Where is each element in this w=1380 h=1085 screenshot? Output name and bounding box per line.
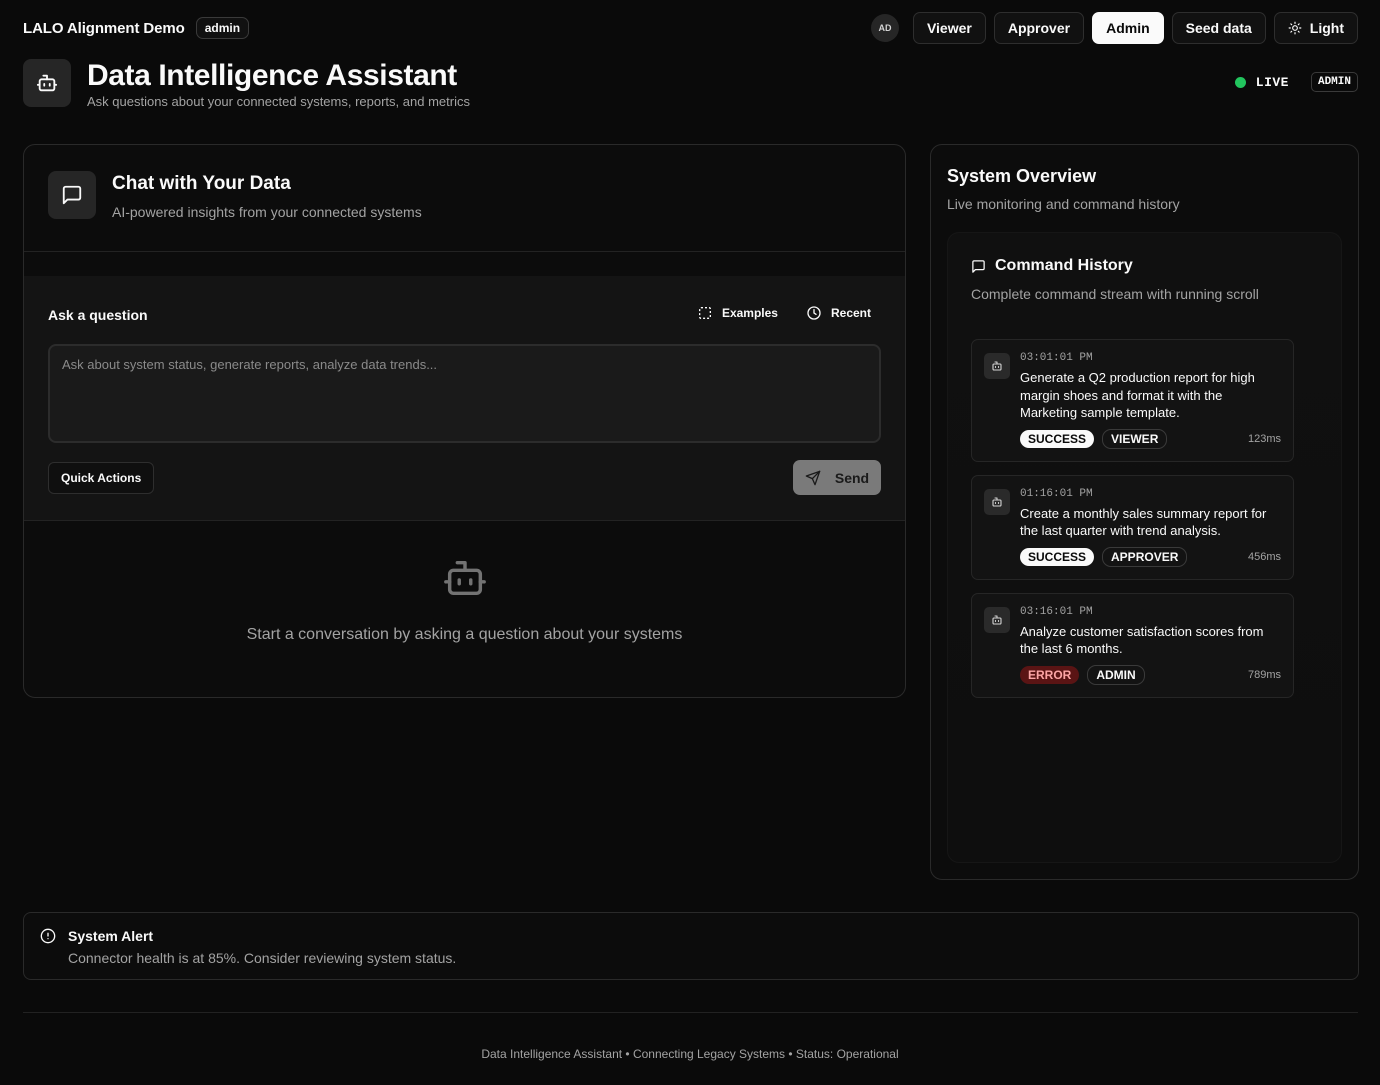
command-list: 03:01:01 PM Generate a Q2 production rep…: [971, 339, 1294, 698]
alert-circle-icon: [40, 928, 56, 944]
empty-state-text: Start a conversation by asking a questio…: [246, 626, 683, 643]
command-time: 03:01:01 PM: [1020, 352, 1093, 364]
command-item[interactable]: 03:01:01 PM Generate a Q2 production rep…: [971, 339, 1294, 462]
status-badge: ERROR: [1020, 665, 1080, 684]
command-time: 03:16:01 PM: [1020, 605, 1093, 618]
system-overview-title: System Overview: [947, 166, 1097, 186]
send-label: Send: [834, 469, 870, 486]
command-text: Create a monthly sales summary report fo…: [1020, 505, 1267, 539]
quick-actions-button[interactable]: Quick Actions: [48, 462, 155, 494]
send-icon: [805, 470, 821, 485]
command-history-header: Command History: [971, 257, 1133, 275]
chat-panel: Chat with Your Data AI-powered insights …: [23, 144, 906, 698]
brand: LALO Alignment Demo admin: [23, 17, 250, 39]
current-role-pill: admin: [195, 17, 250, 39]
examples-button[interactable]: Examples: [697, 305, 778, 321]
command-item[interactable]: 01:16:01 PM Create a monthly sales summa…: [971, 474, 1294, 580]
avatar[interactable]: AD: [870, 14, 899, 42]
alert-text: Connector health is at 85%. Consider rev…: [68, 950, 457, 966]
recent-label: Recent: [830, 306, 871, 320]
chat-subtitle: AI-powered insights from your connected …: [112, 204, 422, 220]
footer-text: Data Intelligence Assistant • Connecting…: [481, 1047, 899, 1061]
role-badge: ADMIN: [1087, 664, 1145, 685]
send-button[interactable]: Send: [793, 460, 881, 495]
footer-divider: [23, 1012, 1358, 1013]
command-text: Analyze customer satisfaction scores fro…: [1020, 623, 1264, 657]
admin-role-button[interactable]: Admin: [1092, 12, 1164, 44]
command-meta: ERROR ADMIN 789ms: [1020, 664, 1281, 685]
command-duration: 123ms: [1247, 432, 1281, 445]
page-title: Data Intelligence Assistant: [87, 59, 457, 92]
chat-title: Chat with Your Data: [112, 173, 291, 194]
theme-toggle-button[interactable]: Light: [1273, 12, 1358, 44]
header-icon-tile: [23, 59, 71, 107]
recent-button[interactable]: Recent: [806, 305, 871, 321]
role-switcher: AD Viewer Approver Admin Seed data Light: [870, 12, 1358, 44]
command-duration: 456ms: [1247, 550, 1281, 563]
dashed-square-icon: [698, 307, 711, 319]
command-meta: SUCCESS VIEWER 123ms: [1020, 428, 1281, 449]
bot-icon: [984, 353, 1010, 379]
live-indicator-dot: [1234, 76, 1246, 88]
status-badge: SUCCESS: [1020, 429, 1095, 448]
alert-title: System Alert: [68, 928, 154, 944]
approver-role-button[interactable]: Approver: [993, 12, 1085, 44]
role-badge: VIEWER: [1102, 428, 1168, 449]
message-square-icon: [972, 259, 985, 273]
message-square-icon: [62, 185, 82, 205]
top-bar: LALO Alignment Demo admin AD Viewer Appr…: [23, 12, 1358, 44]
live-status: LIVE ADMIN: [1234, 72, 1358, 92]
command-duration: 789ms: [1247, 668, 1281, 681]
command-history-title: Command History: [995, 257, 1133, 274]
ask-section: Ask a question Examples Recent Quick Act…: [24, 276, 905, 521]
command-time: 01:16:01 PM: [1020, 487, 1093, 500]
question-input[interactable]: [48, 344, 881, 443]
command-text: Generate a Q2 production report for high…: [1020, 370, 1255, 420]
chat-header: Chat with Your Data AI-powered insights …: [24, 145, 905, 252]
examples-label: Examples: [721, 306, 778, 320]
command-history[interactable]: Command History Complete command stream …: [947, 232, 1342, 863]
role-badge: APPROVER: [1102, 546, 1188, 567]
clock-icon: [807, 306, 821, 320]
command-history-subtitle: Complete command stream with running scr…: [971, 286, 1259, 302]
chat-icon-tile: [48, 171, 96, 219]
command-item[interactable]: 03:16:01 PM Analyze customer satisfactio…: [971, 592, 1294, 698]
live-label: LIVE: [1255, 74, 1289, 90]
seed-data-button[interactable]: Seed data: [1171, 12, 1266, 44]
bot-icon: [443, 560, 486, 596]
bot-icon: [984, 488, 1010, 515]
bot-icon: [36, 74, 58, 92]
status-badge: SUCCESS: [1020, 547, 1095, 566]
sun-icon: [1288, 21, 1302, 35]
system-alert: System Alert Connector health is at 85%.…: [23, 912, 1359, 980]
bot-icon: [984, 606, 1010, 633]
empty-state: Start a conversation by asking a questio…: [24, 555, 905, 644]
viewer-role-button[interactable]: Viewer: [912, 12, 986, 44]
page-subtitle: Ask questions about your connected syste…: [87, 94, 470, 109]
command-meta: SUCCESS APPROVER 456ms: [1020, 546, 1281, 567]
role-badge: ADMIN: [1310, 72, 1358, 92]
ask-links: Examples Recent: [697, 305, 871, 321]
ask-label: Ask a question: [48, 307, 148, 323]
system-overview-panel: System Overview Live monitoring and comm…: [930, 144, 1359, 880]
system-overview-subtitle: Live monitoring and command history: [947, 196, 1180, 212]
theme-toggle-label: Light: [1309, 20, 1344, 36]
app-title: LALO Alignment Demo: [23, 19, 185, 37]
page-header: Data Intelligence Assistant Ask question…: [23, 59, 470, 109]
